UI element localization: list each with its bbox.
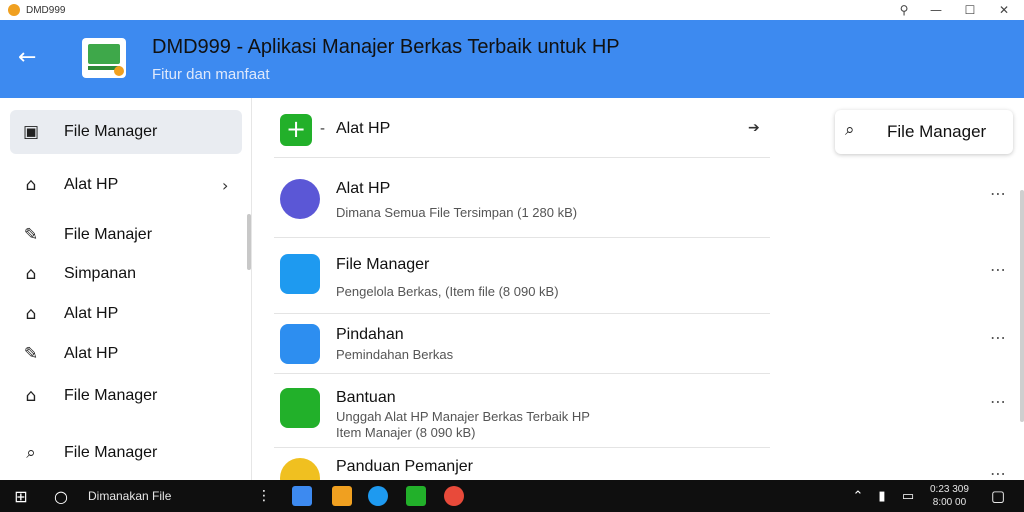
list-item[interactable]: Pindahan Pemindahan Berkas xyxy=(274,314,770,374)
maximize-button[interactable]: ☐ xyxy=(952,0,988,20)
battery-icon[interactable]: ▮ xyxy=(872,480,892,512)
list-item-title: Pindahan xyxy=(336,326,404,343)
app-logo xyxy=(82,38,126,78)
sidebar-item-label: Simpanan xyxy=(64,265,137,282)
search-icon: ⌕ xyxy=(26,443,36,463)
app-header: ← DMD999 - Aplikasi Manajer Berkas Terba… xyxy=(0,20,1024,98)
list-item[interactable]: Alat HP Dimana Semua File Tersimpan (1 2… xyxy=(274,170,770,238)
clock-time: 0:23 309 xyxy=(930,484,969,495)
start-icon[interactable]: ⊞ xyxy=(8,480,34,512)
main-scrollbar[interactable] xyxy=(1020,190,1024,422)
more-options-icon[interactable]: ⋯ xyxy=(990,464,1007,480)
file-manager-app-icon xyxy=(280,254,320,294)
list-item-subtitle: Unggah Alat HP Manajer Berkas Terbaik HP xyxy=(336,409,590,424)
list-item[interactable]: Bantuan Unggah Alat HP Manajer Berkas Te… xyxy=(274,374,770,448)
tray-chevron-icon[interactable]: ⌃ xyxy=(848,480,868,512)
sidebar-item-file-manager-2[interactable]: ⌂ File Manager xyxy=(0,381,240,411)
search-label: File Manager xyxy=(887,122,987,141)
explorer-app-icon[interactable] xyxy=(292,486,312,506)
sidebar-item-simpanan[interactable]: ⌂ Simpanan xyxy=(0,259,240,289)
photos-app-icon[interactable] xyxy=(332,486,352,506)
sidebar-item-file-manajer[interactable]: ✎ File Manajer xyxy=(0,220,240,250)
clock[interactable]: 0:23 309 8:00 00 xyxy=(930,483,969,509)
sidebar-item-alat-hp-3[interactable]: ✎ Alat HP xyxy=(0,339,240,369)
back-arrow-icon[interactable]: ← xyxy=(18,46,46,70)
home-icon: ⌂ xyxy=(25,386,37,406)
close-button[interactable]: ✕ xyxy=(986,0,1022,20)
separator-dash: - xyxy=(320,120,325,137)
page-title: DMD999 - Aplikasi Manajer Berkas Terbaik… xyxy=(152,36,620,58)
list-item-title: Bantuan xyxy=(336,389,396,406)
list-item-title: File Manager xyxy=(336,256,430,273)
list-item[interactable]: Panduan Pemanjer xyxy=(274,448,770,480)
more-options-icon[interactable]: ⋯ xyxy=(990,184,1007,203)
sidebar-item-label: Alat HP xyxy=(64,345,119,362)
list-item-subtitle: Pemindahan Berkas xyxy=(336,347,454,362)
list-item[interactable]: File Manager Pengelola Berkas, (Item fil… xyxy=(274,238,770,314)
sidebar-item-label: File Manager xyxy=(64,387,158,404)
store-app-icon[interactable] xyxy=(406,486,426,506)
notification-icon[interactable]: ▢ xyxy=(986,480,1010,512)
window-title: DMD999 xyxy=(26,4,66,16)
minimize-button[interactable]: — xyxy=(918,0,954,20)
list-item-title: Alat HP xyxy=(336,180,391,197)
search-button[interactable]: ⌕ File Manager xyxy=(835,110,1013,154)
sidebar: ▣ File Manager ⌂ Alat HP › ✎ File Manaje… xyxy=(0,98,252,480)
sidebar-item-label: Alat HP xyxy=(64,176,119,193)
search-icon: ⌕ xyxy=(845,120,855,140)
home-icon: ⌂ xyxy=(25,264,37,284)
phone-app-icon xyxy=(280,388,320,428)
edit-icon: ✎ xyxy=(23,225,39,245)
pin-icon[interactable]: ⚲ xyxy=(886,0,922,20)
sidebar-item-alat-hp-2[interactable]: ⌂ Alat HP xyxy=(0,299,240,329)
menu-icon[interactable]: ⋮ xyxy=(254,480,274,512)
arrow-right-icon[interactable]: ➔ xyxy=(748,120,760,136)
folder-app-icon xyxy=(280,179,320,219)
edit-icon: ✎ xyxy=(23,344,39,364)
home-icon: ⌂ xyxy=(25,175,37,195)
sidebar-item-alat-hp[interactable]: ⌂ Alat HP › xyxy=(0,170,240,200)
sidebar-item-label: File Manager xyxy=(64,123,158,140)
taskbar-search-text[interactable]: Dimanakan File xyxy=(88,489,171,503)
sidebar-item-label: File Manager xyxy=(64,444,158,461)
app-icon xyxy=(8,4,20,16)
search-icon[interactable]: ○ xyxy=(48,480,74,512)
top-row[interactable]: + - Alat HP ➔ xyxy=(274,112,770,158)
edge-app-icon[interactable] xyxy=(368,486,388,506)
list-item-subtitle: Dimana Semua File Tersimpan (1 280 kB) xyxy=(336,205,578,220)
list-item-subtitle-2: Item Manajer (8 090 kB) xyxy=(336,425,476,440)
sidebar-scrollbar[interactable] xyxy=(247,214,251,270)
main-content: + - Alat HP ➔ ⌕ File Manager Alat HP Dim… xyxy=(252,98,1024,480)
add-icon[interactable]: + xyxy=(280,114,312,146)
top-row-label: Alat HP xyxy=(336,120,391,137)
guide-app-icon xyxy=(280,458,320,480)
more-options-icon[interactable]: ⋯ xyxy=(990,392,1007,411)
sidebar-item-file-manager[interactable]: ▣ File Manager xyxy=(0,117,240,147)
drive-icon: ▣ xyxy=(22,122,40,142)
monitor-app-icon xyxy=(280,324,320,364)
more-options-icon[interactable]: ⋯ xyxy=(990,328,1007,347)
chevron-right-icon[interactable]: › xyxy=(222,176,228,195)
title-bar: DMD999 xyxy=(0,0,1024,20)
taskbar: ⊞ ○ Dimanakan File ⋮ ⌃ ▮ ▭ 0:23 309 8:00… xyxy=(0,480,1024,512)
list-item-title: Panduan Pemanjer xyxy=(336,458,473,475)
sidebar-item-label: Alat HP xyxy=(64,305,119,322)
list-item-subtitle: Pengelola Berkas, (Item file (8 090 kB) xyxy=(336,284,559,299)
lock-icon: ⌂ xyxy=(25,304,37,324)
chrome-app-icon[interactable] xyxy=(444,486,464,506)
more-options-icon[interactable]: ⋯ xyxy=(990,260,1007,279)
page-subtitle: Fitur dan manfaat xyxy=(152,66,270,83)
clock-date: 8:00 00 xyxy=(932,497,967,508)
display-icon[interactable]: ▭ xyxy=(896,480,920,512)
sidebar-item-label: File Manajer xyxy=(64,226,153,243)
sidebar-item-file-manager-3[interactable]: ⌕ File Manager xyxy=(0,438,240,468)
